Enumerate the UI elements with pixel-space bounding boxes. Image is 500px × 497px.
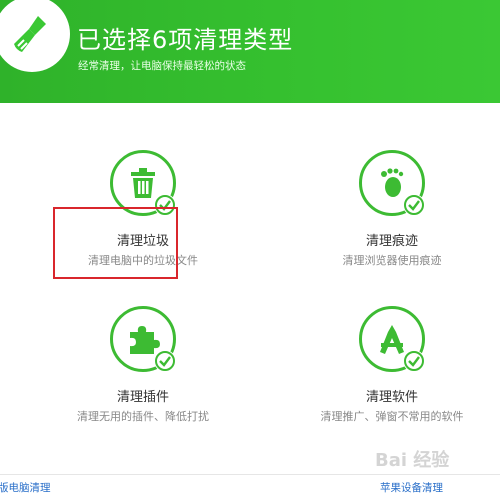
- option-description: 清理浏览器使用痕迹: [342, 254, 442, 267]
- checkmark-icon[interactable]: [403, 350, 425, 372]
- header-banner: 已选择6项清理类型 经常清理，让电脑保持最轻松的状态: [0, 0, 500, 103]
- pc-cleanup-link[interactable]: 版电脑清理: [0, 480, 51, 495]
- clean-traces-option[interactable]: 清理痕迹 清理浏览器使用痕迹: [287, 150, 487, 290]
- option-title: 清理软件: [365, 390, 418, 405]
- broom-icon: [0, 0, 70, 72]
- highlight-annotation: [53, 207, 178, 279]
- option-description: 清理无用的插件、降低打扰: [77, 410, 209, 423]
- checkmark-icon[interactable]: [154, 350, 176, 372]
- watermark: Bai 经验: [375, 450, 450, 471]
- clean-plugins-option[interactable]: 清理插件 清理无用的插件、降低打扰: [38, 306, 238, 446]
- option-description: 清理推广、弹窗不常用的软件: [320, 410, 464, 423]
- clean-software-option[interactable]: 清理软件 清理推广、弹窗不常用的软件: [287, 306, 487, 446]
- option-title: 清理插件: [116, 390, 169, 405]
- bottom-bar: 版电脑清理 苹果设备清理: [0, 474, 500, 497]
- apple-device-cleanup-link[interactable]: 苹果设备清理: [380, 480, 443, 495]
- page-subtitle: 经常清理，让电脑保持最轻松的状态: [78, 60, 246, 72]
- option-title: 清理痕迹: [365, 234, 418, 249]
- page-title: 已选择6项清理类型: [77, 26, 294, 54]
- checkmark-icon[interactable]: [403, 194, 425, 216]
